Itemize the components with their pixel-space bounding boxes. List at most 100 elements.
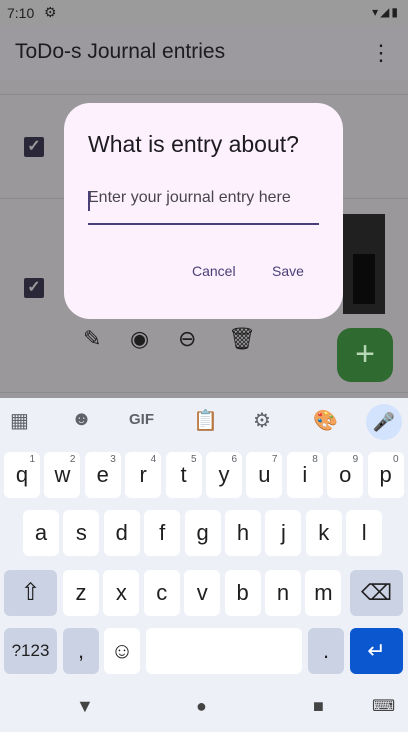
comma-key[interactable]: , — [63, 628, 99, 674]
list-divider — [0, 94, 408, 95]
key-j-label: j — [280, 520, 286, 545]
entry-dialog: What is entry about? Cancel Save — [64, 103, 343, 319]
key-q-label: q — [15, 462, 29, 487]
key-z-label: z — [75, 580, 87, 605]
key-u[interactable]: u7 — [246, 452, 283, 498]
list-divider — [0, 392, 408, 393]
symbols-key[interactable]: ?123 — [4, 628, 57, 674]
recents-nav-icon[interactable]: ■ — [313, 696, 324, 717]
key-q[interactable]: q1 — [4, 452, 40, 498]
add-entry-fab[interactable]: + — [337, 328, 393, 382]
key-l-label: l — [361, 520, 367, 545]
home-nav-icon[interactable]: ● — [196, 696, 207, 717]
key-w[interactable]: w2 — [44, 452, 81, 498]
key-x[interactable]: x — [103, 570, 140, 616]
key-c[interactable]: c — [143, 570, 180, 616]
keyboard-toolbar: ▦ ☻ GIF 📋 ⚙ 🎨 🎤 — [0, 398, 408, 444]
dialog-title: What is entry about? — [88, 131, 299, 157]
key-b[interactable]: b — [224, 570, 261, 616]
key-t-label: t — [180, 462, 187, 487]
key-i-label: i — [302, 462, 308, 487]
sticker-icon[interactable]: ☻ — [71, 408, 92, 431]
key-m-label: m — [314, 580, 333, 605]
backspace-key[interactable]: ⌫ — [350, 570, 403, 616]
key-p[interactable]: p0 — [367, 452, 404, 498]
key-i[interactable]: i8 — [286, 452, 323, 498]
space-key[interactable] — [146, 628, 302, 674]
key-p-label: p — [379, 462, 392, 487]
remove-circle-icon[interactable]: ⊖ — [178, 326, 196, 352]
key-u-label: u — [258, 462, 271, 487]
key-v[interactable]: v — [184, 570, 221, 616]
key-t-hint: 5 — [191, 454, 197, 465]
period-key[interactable]: . — [308, 628, 344, 674]
status-bar: 7:10 ⚙ ▾◢▮ — [0, 0, 408, 26]
key-w-label: w — [54, 462, 71, 487]
key-e-hint: 3 — [110, 454, 116, 465]
key-y-hint: 6 — [231, 454, 237, 465]
key-m[interactable]: m — [305, 570, 342, 616]
key-a-label: a — [34, 520, 48, 545]
key-e[interactable]: e3 — [84, 452, 121, 498]
key-k[interactable]: k — [305, 510, 342, 556]
microphone-icon[interactable]: 🎤 — [366, 404, 402, 440]
key-e-label: e — [96, 462, 109, 487]
journal-entry-field[interactable] — [88, 189, 319, 225]
key-i-hint: 8 — [312, 454, 318, 465]
theme-palette-icon[interactable]: 🎨 — [313, 408, 338, 433]
key-j[interactable]: j — [265, 510, 302, 556]
delete-trash-icon[interactable]: 🗑 — [228, 326, 256, 352]
key-c-label: c — [156, 580, 168, 605]
key-a[interactable]: a — [23, 510, 59, 556]
key-r-hint: 4 — [150, 454, 157, 465]
status-time: 7:10 — [7, 5, 35, 21]
key-r[interactable]: r4 — [125, 452, 162, 498]
key-l[interactable]: l — [346, 510, 383, 556]
key-h[interactable]: h — [225, 510, 261, 556]
key-w-hint: 2 — [69, 454, 76, 465]
key-b-label: b — [236, 580, 249, 605]
key-y[interactable]: y6 — [206, 452, 242, 498]
key-z[interactable]: z — [63, 570, 99, 616]
apps-grid-icon[interactable]: ▦ — [10, 408, 29, 433]
entry-checkbox[interactable]: ✓ — [24, 278, 44, 298]
keyboard-settings-icon[interactable]: ⚙ — [253, 408, 271, 433]
key-n-label: n — [276, 580, 290, 605]
key-o[interactable]: o9 — [327, 452, 364, 498]
key-p-hint: 0 — [393, 454, 399, 465]
view-eye-icon[interactable]: ◉ — [130, 326, 149, 352]
gif-button[interactable]: GIF — [129, 411, 154, 428]
key-u-hint: 7 — [271, 454, 278, 465]
key-y-label: y — [218, 462, 230, 487]
shift-key[interactable]: ⇧ — [4, 570, 57, 616]
edit-icon[interactable]: ✎ — [83, 326, 101, 352]
navigation-bar: ▼ ● ■ ⌨ — [0, 682, 408, 732]
entry-photo-thumbnail[interactable] — [343, 214, 385, 314]
settings-status-icon: ⚙ — [44, 4, 57, 20]
status-icons: ▾◢▮ — [372, 5, 400, 19]
emoji-key[interactable]: ☺ — [104, 628, 140, 674]
key-s[interactable]: s — [63, 510, 100, 556]
key-g[interactable]: g — [184, 510, 221, 556]
key-o-hint: 9 — [352, 454, 359, 465]
key-d-label: d — [115, 520, 128, 545]
app-bar: ToDo-s Journal entries ⋮ — [0, 26, 408, 80]
key-f[interactable]: f — [144, 510, 181, 556]
key-d[interactable]: d — [103, 510, 140, 556]
enter-key[interactable]: ↵ — [350, 628, 403, 674]
key-h-label: h — [236, 520, 250, 545]
key-q-hint: 1 — [29, 454, 35, 465]
key-f-label: f — [159, 520, 166, 545]
save-button[interactable]: Save — [272, 263, 304, 279]
journal-entry-input[interactable] — [88, 189, 319, 207]
key-n[interactable]: n — [265, 570, 301, 616]
key-k-label: k — [318, 520, 330, 545]
cancel-button[interactable]: Cancel — [192, 263, 236, 279]
key-g-label: g — [196, 520, 209, 545]
entry-checkbox[interactable]: ✓ — [24, 137, 44, 157]
overflow-menu-icon[interactable]: ⋮ — [370, 40, 392, 66]
keyboard-switch-icon[interactable]: ⌨ — [372, 696, 395, 716]
back-nav-icon[interactable]: ▼ — [76, 696, 94, 717]
key-t[interactable]: t5 — [165, 452, 202, 498]
clipboard-icon[interactable]: 📋 — [193, 408, 218, 433]
